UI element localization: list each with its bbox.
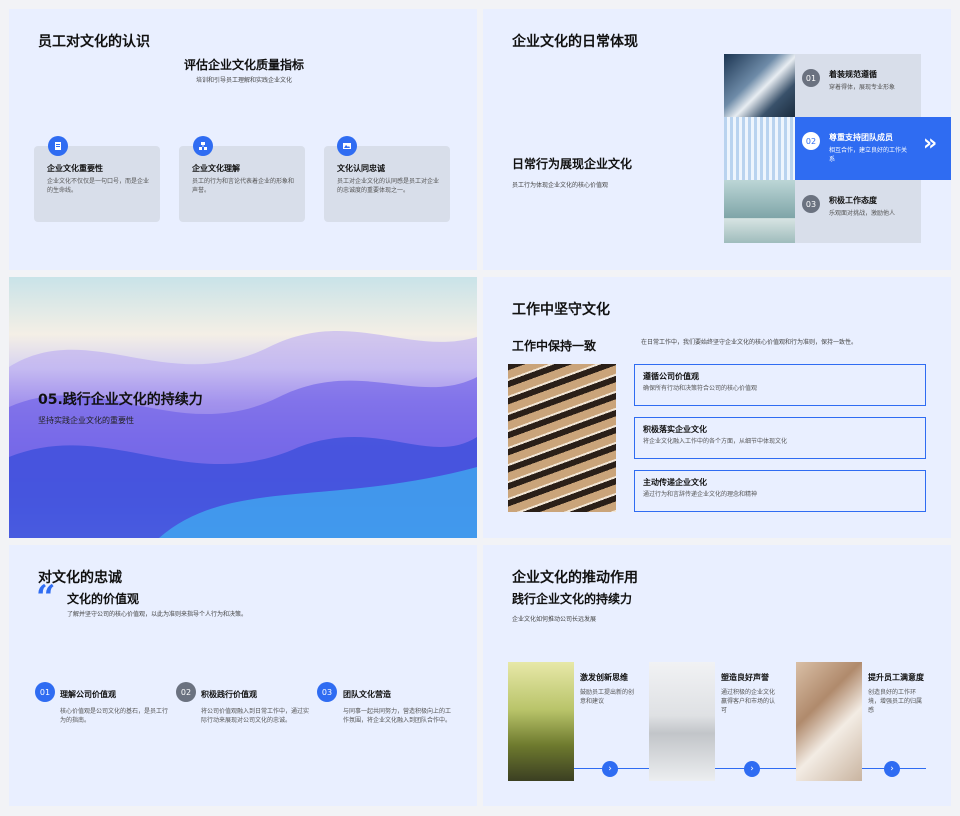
slide-subheading: 培训和引导员工理解和实践企业文化 bbox=[196, 77, 293, 84]
slide-heading: 工作中保持一致 bbox=[512, 339, 597, 353]
card-culture-importance: 企业文化重要性 企业文化不仅仅是一句口号，而是企业的生命线。 bbox=[34, 146, 160, 222]
slide-title: 工作中坚守文化 bbox=[512, 302, 610, 318]
document-icon bbox=[48, 136, 68, 156]
item-text: 鼓励员工提出新的创意和建议 bbox=[580, 689, 635, 705]
item-title: 提升员工满意度 bbox=[868, 673, 924, 682]
slide-subheading: 了解并坚守公司的核心价值观，以此为准则来指导个人行为和决策。 bbox=[67, 611, 248, 618]
box-text: 确保所有行动和决策符合公司的核心价值观 bbox=[643, 385, 758, 392]
slide-uphold-culture[interactable]: 工作中坚守文化 工作中保持一致 在日常工作中，我们要始终坚守企业文化的核心价值观… bbox=[483, 277, 951, 538]
slide-employee-culture-awareness[interactable]: 员工对文化的认识 评估企业文化质量指标 培训和引导员工理解和实践企业文化 企业文… bbox=[9, 9, 477, 270]
item-number: 01 bbox=[35, 682, 55, 702]
item-text: 创造良好的工作环境，增强员工的归属感 bbox=[868, 689, 923, 714]
slide-heading: 文化的价值观 bbox=[67, 592, 140, 606]
double-chevron-right-icon[interactable]: » bbox=[923, 131, 937, 156]
item-number: 02 bbox=[176, 682, 196, 702]
slide-subheading: 员工行为体现企业文化的核心价值观 bbox=[512, 182, 609, 189]
item-respect-team[interactable]: 02 尊重支持团队成员 相互合作，建立良好的工作关系 » bbox=[795, 117, 951, 180]
slide-title: 05.践行企业文化的持续力 bbox=[38, 392, 203, 408]
interior-architecture-photo bbox=[724, 180, 795, 243]
card-title: 企业文化理解 bbox=[192, 164, 240, 173]
quote-mark-icon: “ bbox=[36, 578, 56, 618]
slide-subtitle: 坚持实践企业文化的重要性 bbox=[38, 416, 134, 425]
item-title: 着装规范遵循 bbox=[829, 70, 877, 79]
box-follow-values: 遵循公司价值观 确保所有行动和决策符合公司的核心价值观 bbox=[634, 364, 926, 406]
slide-heading: 评估企业文化质量指标 bbox=[184, 58, 305, 72]
item-number: 02 bbox=[802, 132, 820, 150]
box-spread-culture: 主动传递企业文化 通过行为和言辞传递企业文化的理念和精神 bbox=[634, 470, 926, 512]
building-windows-photo bbox=[508, 364, 616, 512]
box-text: 将企业文化融入工作中的各个方面，从细节中体现文化 bbox=[643, 438, 788, 445]
slide-title: 企业文化的推动作用 bbox=[512, 570, 638, 586]
notebook-grass-photo bbox=[508, 662, 574, 781]
item-text: 穿着得体，展现专业形象 bbox=[829, 84, 896, 91]
arrow-right-icon[interactable]: › bbox=[602, 761, 618, 777]
card-text: 员工对企业文化的认同感是员工对企业的忠诚度的重要体现之一。 bbox=[337, 178, 440, 194]
skyscraper-photo bbox=[724, 54, 795, 117]
item-number: 01 bbox=[802, 69, 820, 87]
box-text: 通过行为和言辞传递企业文化的理念和精神 bbox=[643, 491, 758, 498]
card-text: 员工的行为和言论代表着企业的形象和声誉。 bbox=[192, 178, 295, 194]
item-title: 积极工作态度 bbox=[829, 196, 877, 205]
slide-subheading: 企业文化如何推动公司长远发展 bbox=[512, 616, 597, 623]
item-number: 03 bbox=[317, 682, 337, 702]
card-title: 文化认同忠诚 bbox=[337, 164, 385, 173]
item-title: 激发创新思维 bbox=[580, 673, 628, 682]
slide-intro: 在日常工作中，我们要始终坚守企业文化的核心价值观和行为准则，保持一致性。 bbox=[641, 339, 858, 346]
item-text: 通过积极的企业文化赢得客户和市场的认可 bbox=[721, 689, 776, 714]
item-number: 03 bbox=[802, 195, 820, 213]
white-building-photo bbox=[649, 662, 715, 781]
building-facade-photo bbox=[724, 117, 795, 180]
item-title: 积极践行价值观 bbox=[201, 690, 257, 699]
item-title: 理解公司价值观 bbox=[60, 690, 116, 699]
network-icon bbox=[193, 136, 213, 156]
card-culture-loyalty: 文化认同忠诚 员工对企业文化的认同感是员工对企业的忠诚度的重要体现之一。 bbox=[324, 146, 450, 222]
box-title: 遵循公司价值观 bbox=[643, 372, 699, 381]
box-implement-culture: 积极落实企业文化 将企业文化融入工作中的各个方面，从细节中体现文化 bbox=[634, 417, 926, 459]
slide-heading: 日常行为展现企业文化 bbox=[512, 157, 633, 171]
card-title: 企业文化重要性 bbox=[47, 164, 103, 173]
item-text: 将公司价值观融入到日常工作中，通过实际行动来展现对公司文化的忠诚。 bbox=[201, 708, 310, 724]
item-text: 相互合作，建立良好的工作关系 bbox=[829, 147, 908, 163]
box-title: 主动传递企业文化 bbox=[643, 478, 707, 487]
card-culture-understanding: 企业文化理解 员工的行为和言论代表着企业的形象和声誉。 bbox=[179, 146, 305, 222]
item-text: 乐观面对挑战，激励他人 bbox=[829, 210, 896, 217]
item-positive-attitude: 03 积极工作态度 乐观面对挑战，激励他人 bbox=[795, 180, 921, 243]
slide-title: 企业文化的日常体现 bbox=[512, 34, 638, 50]
arrow-right-icon[interactable]: › bbox=[744, 761, 760, 777]
slide-culture-driving-force[interactable]: 企业文化的推动作用 践行企业文化的持续力 企业文化如何推动公司长远发展 激发创新… bbox=[483, 545, 951, 806]
arrow-right-icon[interactable]: › bbox=[884, 761, 900, 777]
slide-section-cover[interactable]: 05.践行企业文化的持续力 坚持实践企业文化的重要性 bbox=[9, 277, 477, 538]
item-title: 塑造良好声誉 bbox=[721, 673, 769, 682]
item-text: 核心价值观是公司文化的基石，是员工行为的指南。 bbox=[60, 708, 169, 724]
slide-title: 员工对文化的认识 bbox=[38, 34, 150, 50]
item-dress-code: 01 着装规范遵循 穿着得体，展现专业形象 bbox=[795, 54, 921, 117]
item-title: 团队文化营造 bbox=[343, 690, 391, 699]
slide-culture-loyalty[interactable]: 对文化的忠诚 “ 文化的价值观 了解并坚守公司的核心价值观，以此为准则来指导个人… bbox=[9, 545, 477, 806]
box-title: 积极落实企业文化 bbox=[643, 425, 707, 434]
slide-heading: 践行企业文化的持续力 bbox=[512, 592, 633, 606]
item-text: 与同事一起共同努力，营造积极向上的工作氛围，将企业文化融入到团队合作中。 bbox=[343, 708, 452, 724]
item-title: 尊重支持团队成员 bbox=[829, 133, 893, 142]
image-icon bbox=[337, 136, 357, 156]
handshake-photo bbox=[796, 662, 862, 781]
card-text: 企业文化不仅仅是一句口号，而是企业的生命线。 bbox=[47, 178, 150, 194]
slide-daily-culture[interactable]: 企业文化的日常体现 日常行为展现企业文化 员工行为体现企业文化的核心价值观 01… bbox=[483, 9, 951, 270]
